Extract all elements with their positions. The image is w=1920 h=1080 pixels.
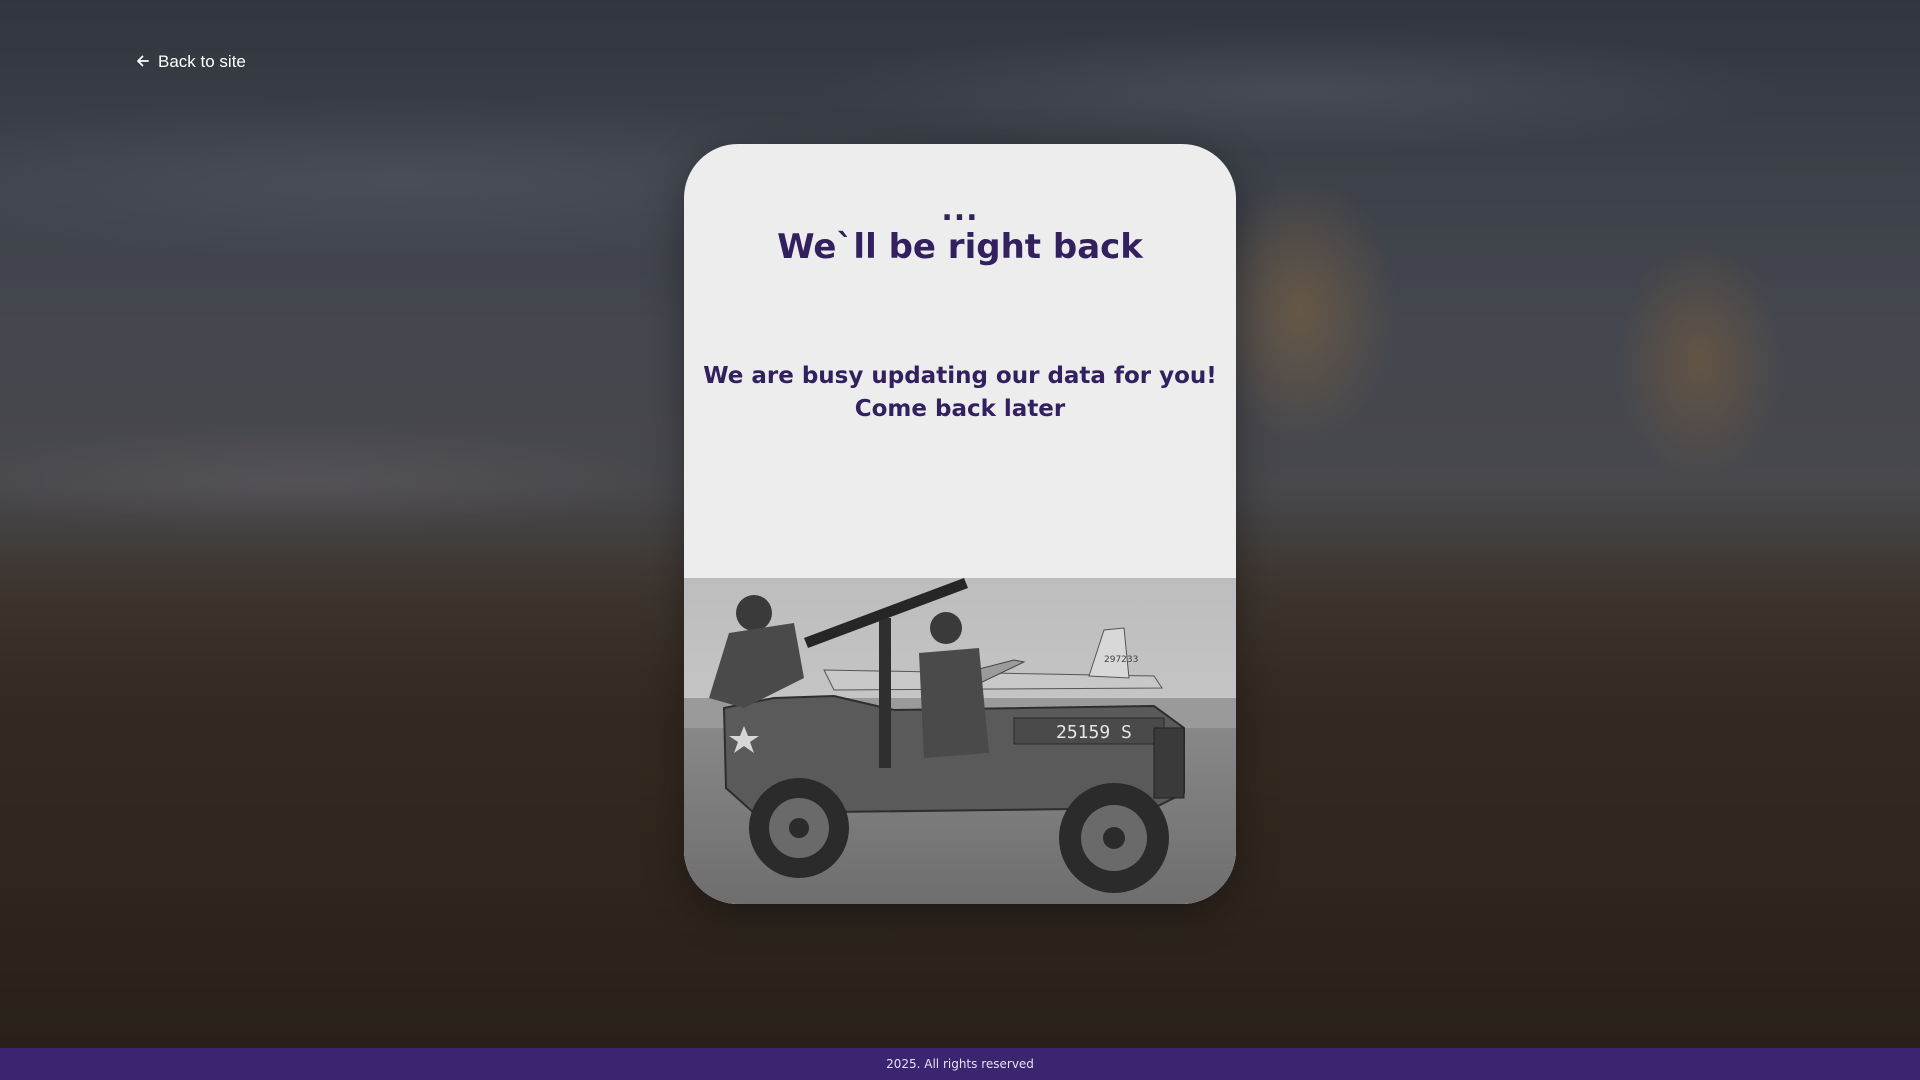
jeep-photo: 297233 25159 S xyxy=(684,578,1236,904)
copyright-text: 2025. All rights reserved xyxy=(886,1057,1034,1071)
message-line-2: Come back later xyxy=(854,396,1066,422)
arrow-left-icon xyxy=(136,54,150,71)
tail-code-text: 297233 xyxy=(1104,655,1138,665)
footer: 2025. All rights reserved xyxy=(0,1048,1920,1080)
ellipsis-text: ... xyxy=(941,193,979,228)
jeep-plate-text: 25159 S xyxy=(1056,722,1132,743)
page-title: We`ll be right back xyxy=(777,227,1143,267)
maintenance-message: We are busy updating our data for you! C… xyxy=(684,360,1236,426)
maintenance-card: ... We`ll be right back We are busy upda… xyxy=(684,144,1236,904)
back-to-site-label: Back to site xyxy=(158,52,246,71)
message-line-1: We are busy updating our data for you! xyxy=(703,363,1217,389)
back-to-site-link[interactable]: Back to site xyxy=(136,52,246,72)
